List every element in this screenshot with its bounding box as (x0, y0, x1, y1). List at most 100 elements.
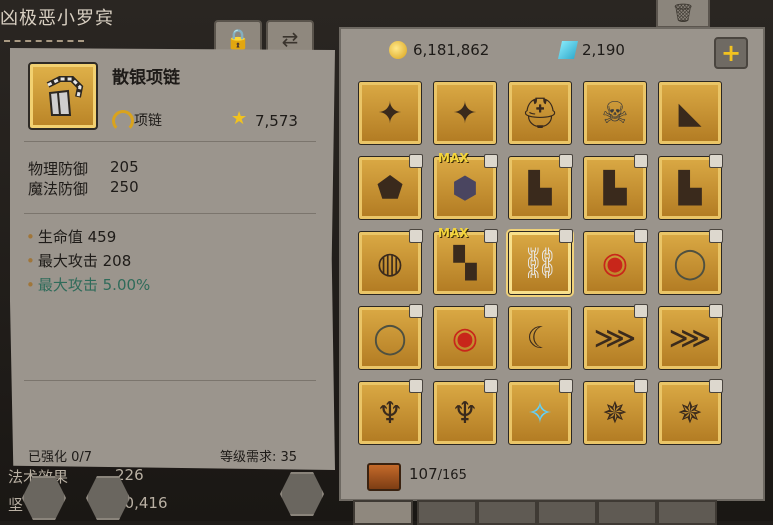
inventory-slot[interactable]: ◍ (358, 229, 423, 295)
gold-amount: 6,181,862 (413, 41, 490, 59)
lock-icon (634, 379, 648, 393)
skull-helmet-icon: ☠ (601, 95, 629, 131)
lock-icon (709, 304, 723, 318)
inventory-slot[interactable]: ⋙ (583, 304, 648, 370)
lock-icon (484, 154, 498, 168)
inventory-capacity: 107/165 (409, 465, 467, 483)
lock-icon (634, 154, 648, 168)
blade-icon: ◣ (678, 95, 702, 131)
inventory-slot[interactable]: ⛑ (508, 81, 572, 145)
swap-icon: ⇄ (281, 27, 299, 51)
staff-icon: ✦ (452, 95, 478, 131)
bonus-stat: • 生命值 459 (26, 228, 117, 246)
lock-icon (709, 229, 723, 243)
currency-bar: 6,181,862 2,190 + (341, 29, 763, 73)
staff-icon: ✦ (377, 95, 403, 131)
inventory-slot[interactable]: ◉ (583, 229, 648, 295)
inventory-slot[interactable]: ▙ (508, 154, 573, 220)
lock-icon: 🔒 (225, 27, 251, 51)
scythe-icon: ☾ (526, 320, 554, 356)
inventory-slot[interactable]: ✵ (658, 379, 723, 445)
tab-3[interactable] (477, 500, 537, 525)
bg-stat-label-2: 坚 (8, 496, 24, 514)
divider (24, 213, 316, 214)
bullet-icon: • (26, 252, 35, 270)
tab-6[interactable] (657, 500, 717, 525)
tab-2[interactable] (417, 500, 477, 525)
lock-icon (559, 379, 573, 393)
capacity-total: /165 (437, 468, 467, 483)
trash-button[interactable]: 🗑 (656, 0, 710, 28)
max-badge: MAX (438, 226, 469, 240)
inventory-slot[interactable]: ♆ (358, 379, 423, 445)
inventory-slot[interactable]: ⬟ (358, 154, 423, 220)
plus-icon: + (720, 39, 742, 67)
capacity-used: 107 (409, 465, 438, 483)
inventory-tabs (353, 500, 773, 525)
item-tooltip: 散银项链 项链 ★ 7,573 物理防御 205 魔法防御 250 • 生命值 4… (10, 48, 335, 470)
level-requirement: 等级需求: 35 (220, 450, 298, 465)
stat-value: 205 (110, 158, 139, 176)
inventory-slot[interactable]: ✵ (583, 379, 648, 445)
lock-icon (409, 154, 423, 168)
gem-amount: 2,190 (582, 41, 625, 59)
bullet-icon: • (26, 276, 35, 294)
inventory-slot[interactable]: ▙ (658, 154, 723, 220)
inventory-slot[interactable]: ▙ (583, 154, 648, 220)
inventory-slot[interactable]: ◉ (433, 304, 498, 370)
hero-name: 凶极恶小罗宾 (0, 8, 114, 29)
lock-icon (559, 154, 573, 168)
lock-icon (484, 379, 498, 393)
inventory-slot[interactable]: ✦ (358, 81, 422, 145)
item-name: 散银项链 (112, 68, 180, 88)
lock-icon (409, 304, 423, 318)
inventory-slot[interactable]: ☠ (583, 81, 647, 145)
tab-chest[interactable] (353, 500, 413, 525)
add-currency-button[interactable]: + (714, 37, 748, 69)
stat-label: 魔法防御 (28, 180, 89, 198)
inventory-slot[interactable]: ◯ (358, 304, 423, 370)
bullet-icon: • (26, 228, 35, 246)
inventory-grid: ✦ ✦ ⛑ ☠ ◣ ⬟ ⬢ MAX ▙ ▙ ▙ ◍ ▚ MAX ⛓ ◉ ◯ ◯ ◉ ☾ ⋙ ⋙ ♆ ♆ ✧ ✵ ✵ (358, 81, 734, 445)
lock-icon (709, 379, 723, 393)
chest-icon (367, 463, 401, 491)
gem-icon (558, 41, 578, 59)
necklace-icon (28, 62, 98, 130)
inventory-panel: 6,181,862 2,190 + ✦ ✦ ⛑ ☠ ◣ ⬟ ⬢ MAX ▙ ▙ ▙ ◍ ▚ MAX ⛓ ◉ ◯ ◯… (339, 27, 765, 501)
lock-icon (409, 379, 423, 393)
necklace-type-icon (112, 110, 134, 132)
inventory-slot[interactable]: ▚ MAX (433, 226, 498, 295)
lock-icon (484, 304, 498, 318)
max-badge: MAX (438, 151, 469, 165)
bonus-stat-percent: • 最大攻击 5.00% (26, 276, 151, 294)
lock-icon (634, 229, 648, 243)
helmet-icon: ⛑ (520, 95, 560, 131)
lock-icon (559, 229, 573, 243)
lock-icon (709, 154, 723, 168)
inventory-slot[interactable]: ✦ (433, 81, 497, 145)
inventory-slot[interactable]: ⛓ (508, 229, 573, 295)
lock-icon (484, 229, 498, 243)
bonus-stat: • 最大攻击 208 (26, 252, 132, 270)
inventory-slot[interactable]: ✧ (508, 379, 573, 445)
tab-5[interactable] (597, 500, 657, 525)
item-score: 7,573 (255, 112, 298, 130)
lock-icon (634, 304, 648, 318)
gold-coin-icon (389, 41, 407, 59)
inventory-slot[interactable]: ◯ (658, 229, 723, 295)
inventory-slot[interactable]: ⬢ MAX (433, 151, 498, 220)
inventory-slot[interactable]: ⋙ (658, 304, 723, 370)
trash-icon: 🗑 (671, 2, 695, 24)
item-type: 项链 (134, 113, 162, 129)
stat-label: 物理防御 (28, 160, 89, 178)
enhance-level: 已强化 0/7 (28, 450, 93, 465)
divider (24, 380, 316, 381)
tab-4[interactable] (537, 500, 597, 525)
stat-value: 250 (110, 178, 139, 196)
inventory-slot[interactable]: ☾ (508, 306, 572, 370)
divider (24, 141, 316, 142)
inventory-slot[interactable]: ♆ (433, 379, 498, 445)
inventory-slot[interactable]: ◣ (658, 81, 722, 145)
star-icon: ★ (231, 108, 248, 129)
lock-icon (409, 229, 423, 243)
